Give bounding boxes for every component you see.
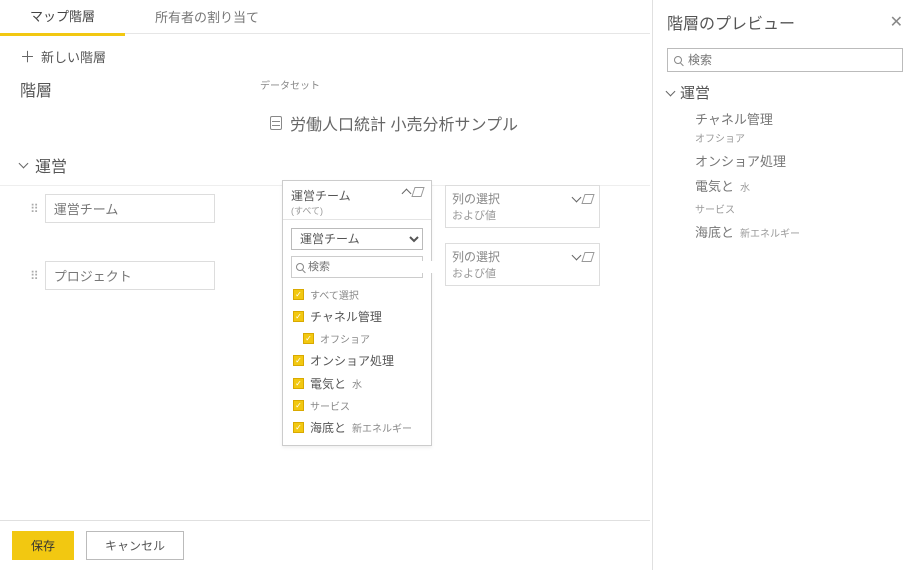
save-button[interactable]: 保存	[12, 531, 74, 560]
plus-icon: ＋	[20, 46, 35, 67]
hierarchy-name: 運営	[35, 153, 67, 177]
eraser-icon	[581, 194, 594, 204]
footer: 保存 キャンセル	[0, 520, 650, 570]
eraser-icon[interactable]	[411, 187, 424, 197]
toolbar: ＋ 新しい階層	[0, 34, 650, 73]
preview-item-3[interactable]: サービス	[695, 201, 903, 216]
column-select[interactable]: 運営チーム	[291, 228, 423, 250]
preview-search-input[interactable]	[688, 53, 896, 67]
checkbox-icon: ✓	[293, 400, 304, 411]
new-hierarchy-label: 新しい階層	[41, 47, 106, 66]
close-icon[interactable]: ✕	[890, 12, 903, 32]
chevron-down-icon	[19, 159, 29, 169]
checkbox-icon: ✓	[293, 355, 304, 366]
search-icon	[674, 56, 682, 64]
hierarchy-heading: 階層	[20, 77, 260, 101]
main-area: マップ階層 所有者の割り当て ＋ 新しい階層 階層 データセット 労働人口統計 …	[0, 0, 650, 570]
preview-item-0[interactable]: チャネル管理 オフショア	[695, 109, 903, 145]
tab-owner-assign[interactable]: 所有者の割り当て	[125, 0, 289, 34]
colsel-line1: 列の選択	[452, 190, 500, 207]
dropdown-header: 運営チーム (すべて)	[283, 181, 431, 220]
option-0[interactable]: ✓ チャネル管理	[283, 305, 431, 328]
dataset-name[interactable]: 労働人口統計 小売分析サンプル	[270, 111, 518, 135]
preview-item-4[interactable]: 海底と 新エネルギー	[695, 222, 903, 241]
dropdown-subtitle: (すべて)	[291, 204, 351, 217]
checkbox-icon: ✓	[293, 378, 304, 389]
cancel-button[interactable]: キャンセル	[86, 531, 184, 560]
dataset-label: 労働人口統計 小売分析サンプル	[290, 111, 518, 135]
option-2[interactable]: ✓ 電気と 水	[283, 372, 431, 395]
checkbox-icon: ✓	[293, 289, 304, 300]
preview-item-2[interactable]: 電気と 水	[695, 176, 903, 195]
drag-handle-icon[interactable]: ⠿	[30, 269, 37, 283]
search-icon	[296, 263, 304, 271]
option-1[interactable]: ✓ オンショア処理	[283, 349, 431, 372]
colsel-line2: および値	[452, 265, 593, 281]
tab-map-hierarchy[interactable]: マップ階層	[0, 0, 125, 36]
dataset-heading: データセット	[260, 77, 320, 101]
preview-search[interactable]	[667, 48, 903, 72]
chevron-up-icon[interactable]	[402, 189, 412, 199]
drag-handle-icon[interactable]: ⠿	[30, 202, 37, 216]
section-headings: 階層 データセット	[0, 73, 650, 105]
column-select-box-0[interactable]: 列の選択 および値	[445, 185, 600, 228]
preview-root[interactable]: 運営	[667, 82, 903, 103]
preview-title: 階層のプレビュー	[667, 10, 795, 34]
option-4[interactable]: ✓ 海底と 新エネルギー	[283, 416, 431, 439]
new-hierarchy-button[interactable]: ＋ 新しい階層	[20, 46, 106, 67]
preview-tree: 運営 チャネル管理 オフショア オンショア処理 電気と 水 サービス 海底と 新…	[667, 82, 903, 241]
level-input-1[interactable]: プロジェクト	[45, 261, 215, 290]
checkbox-icon: ✓	[303, 333, 314, 344]
preview-panel: 階層のプレビュー ✕ 運営 チャネル管理 オフショア オンショア処理 電気と 水…	[652, 0, 917, 570]
database-icon	[270, 116, 282, 130]
colsel-line2: および値	[452, 207, 593, 223]
option-3[interactable]: ✓ サービス	[283, 395, 431, 416]
level-input-0[interactable]: 運営チーム	[45, 194, 215, 223]
chevron-down-icon	[572, 192, 582, 202]
checkbox-icon: ✓	[293, 311, 304, 322]
chevron-down-icon	[572, 250, 582, 260]
preview-item-1[interactable]: オンショア処理	[695, 151, 903, 170]
tab-bar: マップ階層 所有者の割り当て	[0, 0, 650, 34]
column-dropdown-panel: 運営チーム (すべて) 運営チーム ✓ すべて選択 ✓ チャネル管理 ✓ オフシ…	[282, 180, 432, 446]
column-select-box-1[interactable]: 列の選択 および値	[445, 243, 600, 286]
dataset-row: 労働人口統計 小売分析サンプル	[0, 105, 650, 145]
dropdown-search[interactable]	[291, 256, 423, 278]
checkbox-icon: ✓	[293, 422, 304, 433]
option-0-0[interactable]: ✓ オフショア	[283, 328, 431, 349]
dropdown-search-input[interactable]	[308, 261, 450, 273]
colsel-line1: 列の選択	[452, 248, 500, 265]
eraser-icon	[581, 252, 594, 262]
dropdown-title: 運営チーム	[291, 187, 351, 204]
chevron-down-icon	[666, 86, 676, 96]
option-select-all[interactable]: ✓ すべて選択	[283, 284, 431, 305]
